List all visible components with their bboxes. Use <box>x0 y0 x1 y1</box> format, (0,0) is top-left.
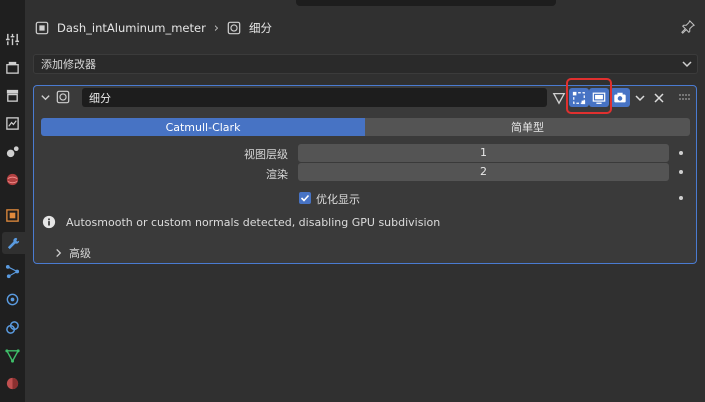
world-icon[interactable] <box>2 168 23 190</box>
physics-icon[interactable] <box>2 288 23 310</box>
drag-handle-icon[interactable] <box>678 93 692 101</box>
subdivision-type-toggle: Catmull-Clark 简单型 <box>41 118 690 136</box>
viewport-levels-field[interactable]: 1 <box>298 144 669 162</box>
modifier-panel-header: 细分 <box>34 78 696 114</box>
optimal-display-label: 优化显示 <box>316 193 360 206</box>
render-icon[interactable] <box>2 56 23 78</box>
info-message: Autosmooth or custom normals detected, d… <box>42 215 440 229</box>
keyframe-dot[interactable] <box>679 196 683 200</box>
info-icon <box>42 215 56 229</box>
top-area-strip <box>296 0 556 6</box>
add-modifier-label: 添加修改器 <box>41 58 96 71</box>
keyframe-dot[interactable] <box>679 170 683 174</box>
subdivision-icon <box>56 90 70 104</box>
modifier-name-input[interactable]: 细分 <box>82 88 547 107</box>
catmull-clark-option[interactable]: Catmull-Clark <box>41 118 365 136</box>
red-highlight-box <box>566 78 612 114</box>
collapse-chevron-icon[interactable] <box>40 92 51 103</box>
output-icon[interactable] <box>2 84 23 106</box>
modifier-wrench-icon[interactable] <box>2 232 25 254</box>
close-icon <box>654 92 664 103</box>
render-levels-field[interactable]: 2 <box>298 163 669 181</box>
render-levels-label: 渲染 <box>266 168 288 181</box>
view-layer-icon[interactable] <box>2 112 23 134</box>
subdivision-modifier-panel: 细分 Catmull-Clark 简单型 视图层级 1 渲染 2 优化显示 Au… <box>33 78 697 264</box>
on-cage-triangle-icon <box>552 92 566 105</box>
advanced-label: 高级 <box>69 247 91 260</box>
checkmark-icon <box>300 194 310 202</box>
object-name: Dash_intAluminum_meter <box>57 21 206 35</box>
particles-icon[interactable] <box>2 260 23 282</box>
info-message-text: Autosmooth or custom normals detected, d… <box>66 215 441 229</box>
simple-option[interactable]: 简单型 <box>365 118 690 136</box>
tool-icon[interactable] <box>2 28 23 50</box>
modifier-breadcrumb-name: 细分 <box>249 21 272 35</box>
add-modifier-dropdown[interactable]: 添加修改器 <box>33 54 698 74</box>
chevron-right-icon <box>56 248 62 258</box>
chevron-right-icon: › <box>213 20 219 36</box>
properties-tab-sidebar <box>0 0 25 402</box>
remove-modifier-button[interactable] <box>649 88 669 107</box>
advanced-subpanel-header[interactable]: 高级 <box>54 245 91 261</box>
viewport-levels-label: 视图层级 <box>244 148 288 161</box>
object-square-icon <box>35 21 49 35</box>
chevron-down-icon <box>682 61 692 68</box>
subdivision-icon <box>227 21 241 35</box>
keyframe-dot[interactable] <box>679 151 683 155</box>
render-toggle[interactable] <box>610 88 630 107</box>
pin-icon[interactable] <box>681 20 695 34</box>
chevron-down-icon <box>635 94 645 101</box>
breadcrumb: Dash_intAluminum_meter › 细分 <box>25 14 705 42</box>
data-icon[interactable] <box>2 344 23 366</box>
constraints-icon[interactable] <box>2 316 23 338</box>
camera-icon <box>614 92 626 102</box>
modifier-options-dropdown[interactable] <box>630 88 650 107</box>
scene-icon[interactable] <box>2 140 23 162</box>
material-icon[interactable] <box>2 372 23 394</box>
object-icon[interactable] <box>2 204 23 226</box>
optimal-display-checkbox[interactable] <box>299 192 311 204</box>
